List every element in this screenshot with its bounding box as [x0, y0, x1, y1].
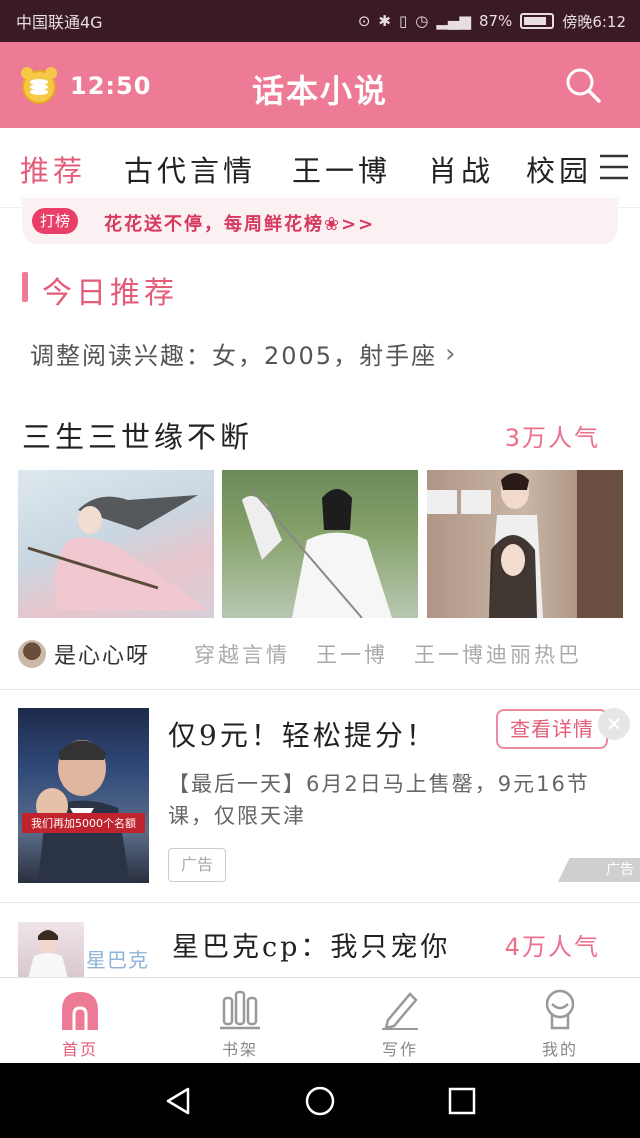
pencil-icon — [382, 992, 418, 1030]
battery-icon — [520, 13, 555, 29]
location-icon: ⊙ — [357, 12, 371, 30]
ad-image[interactable]: 我们再加5000个名额 — [18, 708, 149, 883]
book-tag[interactable]: 王一博迪丽热巴 — [414, 639, 582, 669]
home-icon — [62, 992, 98, 1030]
nav-home[interactable]: 首页 — [0, 978, 160, 1064]
ad-title[interactable]: 仅9元！轻松提分！ — [168, 714, 437, 754]
ad-image-caption: 我们再加5000个名额 — [22, 813, 145, 833]
chevron-right-icon: › — [445, 338, 458, 369]
tab-wang-yibo[interactable]: 王一博 — [292, 148, 391, 190]
nav-label: 我的 — [541, 1040, 578, 1059]
ad-description: 【最后一天】6月2日马上售罄，9元16节课，仅限天津 — [168, 772, 590, 828]
nav-label: 首页 — [61, 1040, 98, 1059]
nav-write[interactable]: 写作 — [320, 978, 480, 1064]
home-button-icon[interactable] — [304, 1085, 336, 1117]
recent-apps-icon[interactable] — [446, 1085, 478, 1117]
app-title: 话本小说 — [251, 72, 388, 110]
book-tag[interactable]: 穿越言情 — [194, 639, 290, 669]
clock-label: 傍晚6:12 — [562, 12, 626, 31]
status-icons: ⊙ ✱ ▯ ◷ ▂▄▆ 87% 傍晚6:12 — [358, 11, 626, 32]
nav-bookshelf[interactable]: 书架 — [160, 978, 320, 1064]
book-tags: 穿越言情 王一博 王一博迪丽热巴 — [194, 639, 582, 669]
book-cover-image[interactable] — [18, 922, 84, 978]
divider — [0, 902, 640, 903]
tab-xiao-zhan[interactable]: 肖战 — [428, 148, 494, 190]
close-icon[interactable]: ✕ — [598, 708, 630, 740]
bluetooth-icon: ✱ — [378, 12, 391, 30]
book-popularity: 3万人气 — [504, 424, 600, 452]
carrier-label: 中国联通4G — [16, 13, 103, 32]
adjust-interest-text: 调整阅读兴趣：女，2005，射手座 — [30, 342, 438, 370]
book-title[interactable]: 星巴克cp：我只宠你 — [172, 925, 450, 964]
book-meta-row: 是心心呀 穿越言情 王一博 王一博迪丽热巴 — [18, 638, 622, 670]
category-tabs: 推荐 古代言情 王一博 肖战 校园 — [0, 128, 640, 208]
book-cover-image[interactable] — [222, 470, 418, 618]
section-marker — [22, 272, 28, 302]
ad-label: 广告 — [168, 848, 226, 882]
tab-campus[interactable]: 校园 — [526, 148, 592, 190]
book-cover-image[interactable] — [427, 470, 623, 618]
flower-ranking-banner[interactable]: 打榜 花花送不停，每周鲜花榜❀>> — [22, 198, 618, 244]
bookshelf-icon — [220, 990, 260, 1030]
book-cover-image[interactable] — [18, 470, 214, 618]
alarm-status-icon: ◷ — [415, 12, 429, 30]
nav-profile[interactable]: 我的 — [480, 978, 640, 1064]
status-bar: 中国联通4G ⊙ ✱ ▯ ◷ ▂▄▆ 87% 傍晚6:12 — [0, 0, 640, 42]
adjust-interest-link[interactable]: 调整阅读兴趣：女，2005，射手座 › — [30, 336, 457, 371]
bottom-navigation: 首页 书架 写作 我的 — [0, 977, 640, 1063]
menu-icon[interactable] — [598, 152, 630, 182]
search-icon[interactable] — [564, 66, 602, 104]
banner-text: 花花送不停，每周鲜花榜❀>> — [104, 214, 376, 235]
vibrate-icon: ▯ — [399, 12, 408, 30]
app-header: 12:50 话本小说 — [0, 42, 640, 128]
book-title[interactable]: 三生三世缘不断 — [22, 414, 253, 456]
tab-recommend[interactable]: 推荐 — [20, 148, 86, 190]
divider — [0, 689, 640, 690]
ad-mark: 广告 — [558, 858, 640, 882]
nav-label: 写作 — [381, 1040, 418, 1059]
nav-label: 书架 — [221, 1040, 258, 1059]
tab-ancient-romance[interactable]: 古代言情 — [124, 148, 256, 190]
book-tag[interactable]: 王一博 — [316, 639, 388, 669]
battery-percent: 87% — [478, 12, 513, 30]
author-avatar[interactable] — [18, 640, 46, 668]
book-popularity: 4万人气 — [504, 933, 600, 961]
ranking-badge: 打榜 — [32, 208, 79, 234]
book-cover-text: 星巴克 — [86, 948, 149, 972]
back-icon[interactable] — [162, 1085, 194, 1117]
section-title: 今日推荐 — [42, 276, 178, 311]
system-navigation-bar — [0, 1063, 640, 1138]
author-name[interactable]: 是心心呀 — [54, 638, 150, 670]
profile-icon — [545, 989, 575, 1030]
signal-icon: ▂▄▆ — [436, 12, 471, 30]
book-cover-gallery[interactable] — [18, 470, 623, 618]
view-details-button[interactable]: 查看详情 — [496, 709, 608, 749]
